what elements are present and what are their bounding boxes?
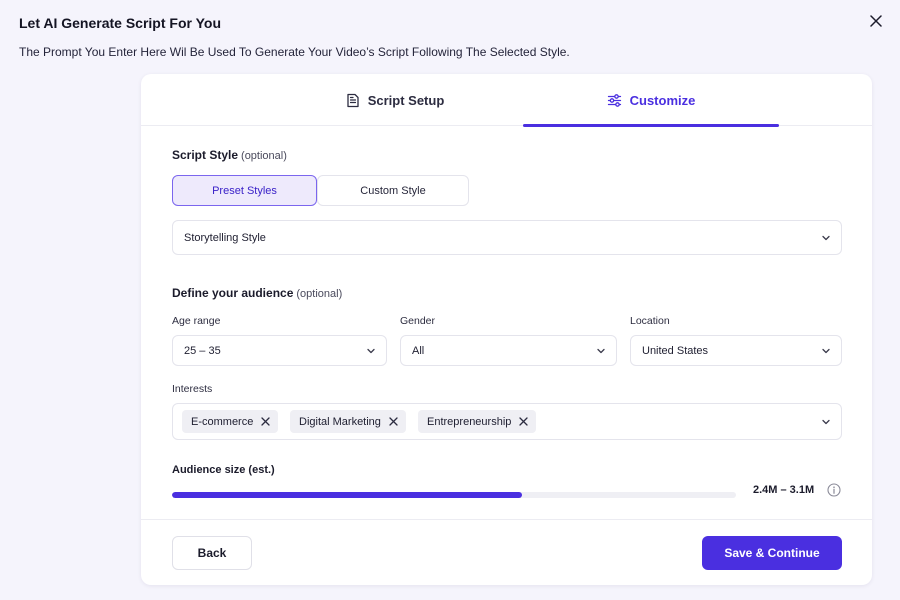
gender-label: Gender <box>400 315 436 327</box>
remove-tag-button[interactable] <box>519 417 529 426</box>
gender-select[interactable]: All <box>400 335 617 366</box>
chevron-down-icon <box>822 235 830 240</box>
back-button[interactable]: Back <box>172 536 252 570</box>
close-icon <box>870 15 882 27</box>
audience-size-bar <box>172 492 736 498</box>
close-icon <box>389 417 398 426</box>
tab-customize-label: Customize <box>629 92 696 108</box>
close-button[interactable] <box>866 11 886 31</box>
interests-label: Interests <box>172 383 213 395</box>
interest-tag-label: Digital Marketing <box>299 415 381 428</box>
script-style-select[interactable]: Storytelling Style <box>172 220 842 255</box>
audience-heading: Define your audience (optional) <box>172 286 342 300</box>
chevron-down-icon <box>367 348 375 353</box>
age-range-select[interactable]: 25 – 35 <box>172 335 387 366</box>
location-select[interactable]: United States <box>630 335 842 366</box>
audience-size-value: 2.4M – 3.1M <box>753 484 815 496</box>
tab-script-setup[interactable]: Script Setup <box>267 74 523 126</box>
location-value: United States <box>642 344 709 357</box>
remove-tag-button[interactable] <box>261 417 270 426</box>
interests-select[interactable]: E-commerce Digital Marketing Entrepreneu… <box>172 403 842 440</box>
audience-label: Define your audience <box>172 286 294 300</box>
interest-tag-label: E-commerce <box>191 415 254 428</box>
age-range-value: 25 – 35 <box>184 344 221 357</box>
interest-tag-label: Entrepreneurship <box>427 415 512 428</box>
audience-size-label: Audience size (est.) <box>172 464 275 476</box>
tab-script-setup-label: Script Setup <box>367 92 445 108</box>
sliders-icon <box>607 93 621 107</box>
script-style-heading: Script Style (optional) <box>172 148 287 162</box>
custom-style-button[interactable]: Custom Style <box>317 175 469 206</box>
location-label: Location <box>630 315 670 327</box>
info-icon[interactable] <box>827 483 841 497</box>
gender-value: All <box>412 344 425 357</box>
script-style-value: Storytelling Style <box>184 231 266 244</box>
customize-card: Script Setup Customize Script Style (opti… <box>141 74 872 585</box>
interest-tag: Digital Marketing <box>290 410 406 433</box>
preset-styles-button[interactable]: Preset Styles <box>172 175 317 206</box>
chevron-down-icon <box>822 348 830 353</box>
interest-tag: E-commerce <box>182 410 279 433</box>
tab-bar: Script Setup Customize <box>141 74 872 127</box>
footer-divider <box>141 519 872 520</box>
close-icon <box>261 417 270 426</box>
audience-optional: (optional) <box>296 288 343 300</box>
tab-customize[interactable]: Customize <box>523 74 779 127</box>
chevron-down-icon <box>597 348 605 353</box>
document-icon <box>347 93 359 107</box>
interest-tag: Entrepreneurship <box>418 410 537 433</box>
page-title: Let AI Generate Script For You <box>19 15 222 31</box>
save-continue-button[interactable]: Save & Continue <box>702 536 842 570</box>
audience-size-bar-fill <box>172 492 522 498</box>
close-icon <box>519 417 529 426</box>
remove-tag-button[interactable] <box>389 417 398 426</box>
age-range-label: Age range <box>172 315 221 327</box>
chevron-down-icon <box>822 419 830 425</box>
script-style-label: Script Style <box>172 148 239 162</box>
page-subtitle: The Prompt You Enter Here Wil Be Used To… <box>19 45 570 59</box>
script-style-optional: (optional) <box>241 150 287 162</box>
